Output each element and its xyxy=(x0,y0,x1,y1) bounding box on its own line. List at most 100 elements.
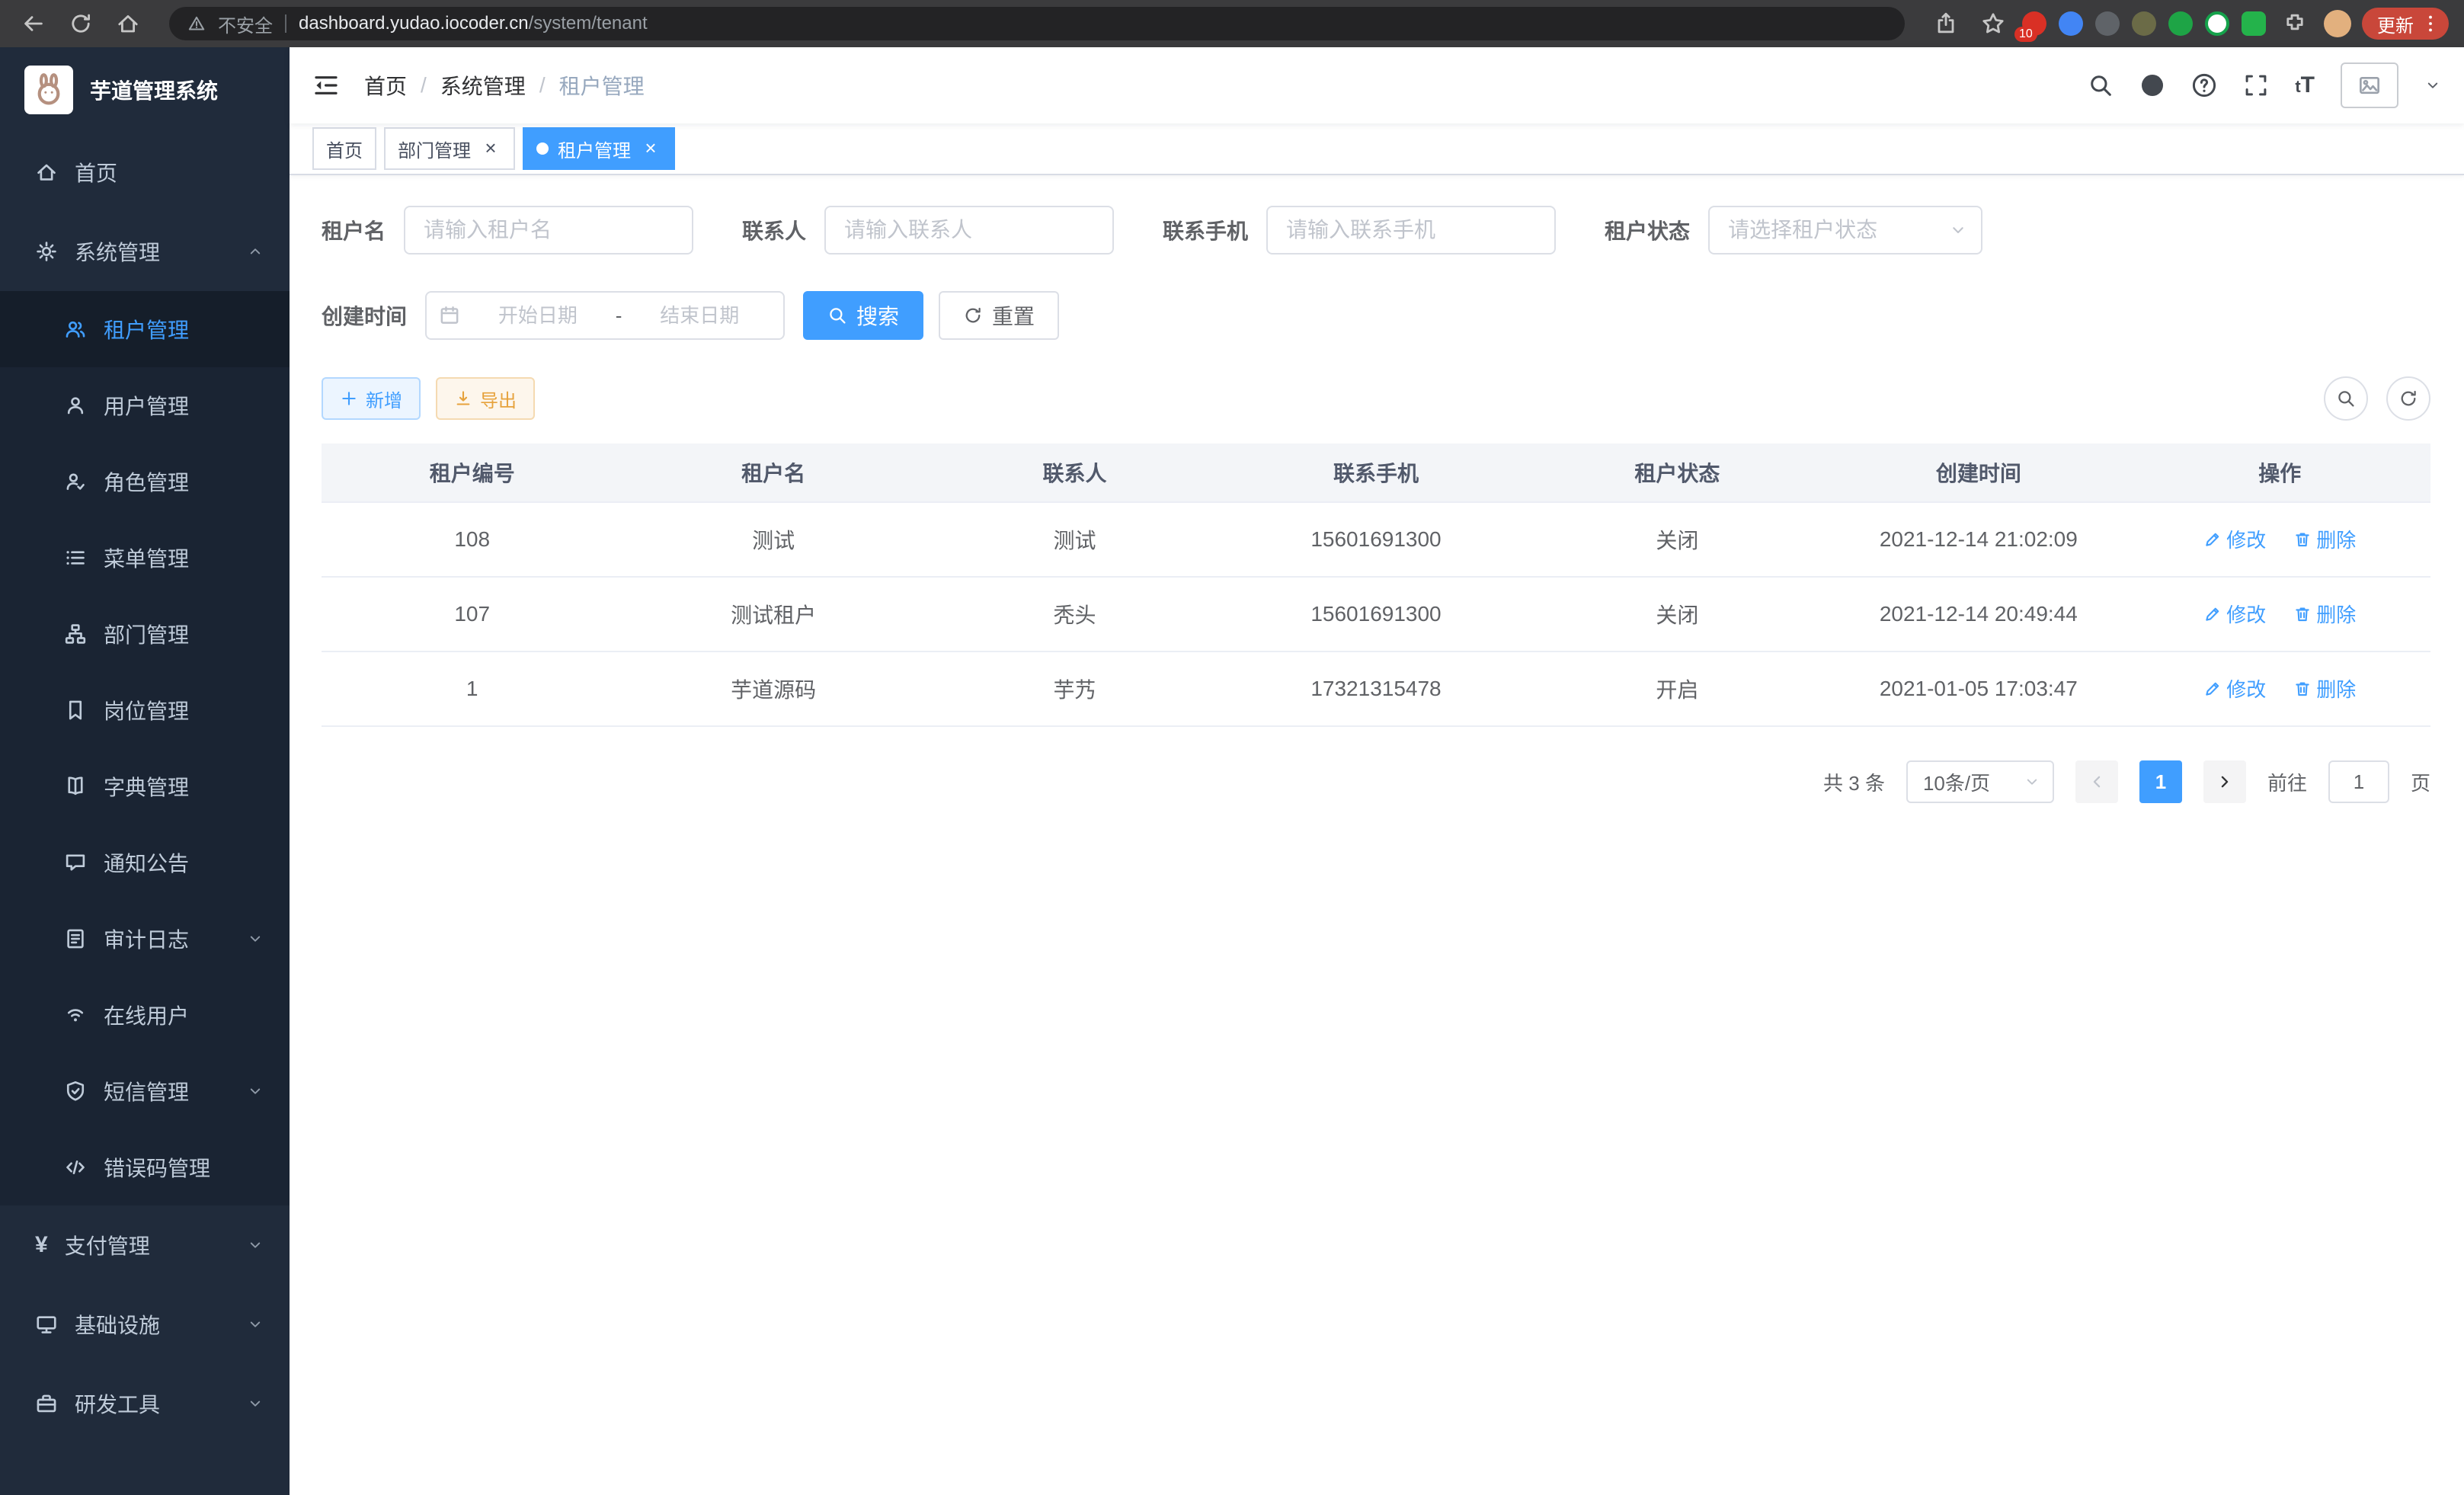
page-content: 租户名 联系人 联系手机 租户状态 xyxy=(290,175,2464,1495)
back-button[interactable] xyxy=(15,5,52,42)
avatar-caret-icon[interactable] xyxy=(2424,77,2441,94)
toolbar-right xyxy=(2324,376,2430,421)
cell-id: 108 xyxy=(322,502,622,577)
font-size-icon[interactable]: tT xyxy=(2295,72,2315,98)
tab-home[interactable]: 首页 xyxy=(312,127,376,170)
sidebar-item-post[interactable]: 岗位管理 xyxy=(0,672,290,748)
browser-home-button[interactable] xyxy=(110,5,146,42)
sidebar-item-user[interactable]: 用户管理 xyxy=(0,367,290,443)
breadcrumb-system[interactable]: 系统管理 xyxy=(440,70,526,101)
goto-page-input[interactable] xyxy=(2328,760,2389,803)
github-icon[interactable] xyxy=(2139,72,2165,98)
breadcrumb-home[interactable]: 首页 xyxy=(364,70,407,101)
tenant-name-input[interactable] xyxy=(404,206,693,255)
sidebar-item-role[interactable]: 角色管理 xyxy=(0,443,290,520)
sidebar-item-dev-tool[interactable]: 研发工具 xyxy=(0,1364,290,1443)
edit-icon xyxy=(2203,605,2222,623)
sidebar-item-dept[interactable]: 部门管理 xyxy=(0,596,290,672)
sidebar-item-audit-log[interactable]: 审计日志 xyxy=(0,901,290,977)
prev-page-button[interactable] xyxy=(2075,760,2118,803)
column-header: 租户编号 xyxy=(322,443,622,502)
sidebar-item-dict[interactable]: 字典管理 xyxy=(0,748,290,824)
column-header: 联系人 xyxy=(924,443,1225,502)
tenant-status-input[interactable] xyxy=(1708,206,1982,255)
cell-contact: 测试 xyxy=(924,502,1225,577)
search-icon xyxy=(827,306,847,325)
search-button[interactable]: 搜索 xyxy=(803,291,923,340)
menu-dots-icon[interactable] xyxy=(2420,13,2441,34)
sidebar-item-infra[interactable]: 基础设施 xyxy=(0,1285,290,1364)
header-search-icon[interactable] xyxy=(2088,72,2114,98)
page-size-select[interactable]: 10条/页 xyxy=(1906,760,2054,803)
start-date-input[interactable] xyxy=(466,303,610,329)
sidebar-item-sms[interactable]: 短信管理 xyxy=(0,1053,290,1129)
delete-link[interactable]: 删除 xyxy=(2293,674,2356,703)
delete-link[interactable]: 删除 xyxy=(2293,525,2356,553)
cell-mobile: 15601691300 xyxy=(1225,502,1526,577)
extension-icon[interactable] xyxy=(2168,11,2193,36)
end-date-input[interactable] xyxy=(628,303,771,329)
sidebar-item-pay[interactable]: ¥支付管理 xyxy=(0,1205,290,1285)
refresh-table-button[interactable] xyxy=(2386,376,2430,421)
bookmark-star-icon[interactable] xyxy=(1975,5,2011,42)
address-bar[interactable]: 不安全 dashboard.yudao.iocoder.cn/system/te… xyxy=(169,7,1905,40)
extension-icon[interactable] xyxy=(2242,11,2266,36)
extension-icon[interactable]: 10 xyxy=(2022,11,2046,36)
edit-link[interactable]: 修改 xyxy=(2203,600,2266,628)
tenant-status-select[interactable] xyxy=(1708,206,1982,255)
delete-link[interactable]: 删除 xyxy=(2293,600,2356,628)
extensions-puzzle-icon[interactable] xyxy=(2277,5,2313,42)
extension-icon[interactable] xyxy=(2205,11,2229,36)
edit-link[interactable]: 修改 xyxy=(2203,525,2266,553)
table-toolbar: 新增 导出 xyxy=(322,376,2430,421)
extension-icon[interactable] xyxy=(2059,11,2083,36)
share-icon[interactable] xyxy=(1928,5,1964,42)
mobile-input[interactable] xyxy=(1266,206,1556,255)
reset-button[interactable]: 重置 xyxy=(939,291,1059,340)
toggle-search-button[interactable] xyxy=(2324,376,2368,421)
sidebar-item-system[interactable]: 系统管理 xyxy=(0,212,290,291)
warning-icon xyxy=(187,14,206,33)
edit-icon xyxy=(2203,530,2222,549)
next-page-button[interactable] xyxy=(2203,760,2246,803)
tab-dept[interactable]: 部门管理× xyxy=(384,127,515,170)
sidebar-item-label: 角色管理 xyxy=(104,466,290,497)
sidebar-item-home[interactable]: 首页 xyxy=(0,133,290,212)
contact-input[interactable] xyxy=(824,206,1114,255)
reload-button[interactable] xyxy=(62,5,99,42)
app-logo[interactable]: 芋道管理系统 xyxy=(0,47,290,133)
sidebar-item-online-user[interactable]: 在线用户 xyxy=(0,977,290,1053)
sidebar-item-error-code[interactable]: 错误码管理 xyxy=(0,1129,290,1205)
help-icon[interactable] xyxy=(2191,72,2217,98)
home-icon xyxy=(35,161,58,184)
shield-icon xyxy=(64,1080,87,1103)
export-button[interactable]: 导出 xyxy=(436,377,535,420)
sidebar-item-tenant[interactable]: 租户管理 xyxy=(0,291,290,367)
tenant-table: 租户编号租户名联系人联系手机租户状态创建时间操作 108测试测试15601691… xyxy=(322,443,2430,727)
table-row: 108测试测试15601691300关闭2021-12-14 21:02:09修… xyxy=(322,502,2430,577)
page-number-1[interactable]: 1 xyxy=(2139,760,2182,803)
add-button[interactable]: 新增 xyxy=(322,377,421,420)
tab-tenant[interactable]: 租户管理× xyxy=(523,127,675,170)
goto-label: 前往 xyxy=(2267,768,2307,796)
close-icon[interactable]: × xyxy=(640,138,661,159)
extension-icon[interactable] xyxy=(2095,11,2120,36)
sidebar-item-menu[interactable]: 菜单管理 xyxy=(0,520,290,596)
collapse-sidebar-button[interactable] xyxy=(312,72,340,99)
fullscreen-icon[interactable] xyxy=(2243,72,2269,98)
chevron-down-icon xyxy=(247,930,264,947)
edit-link[interactable]: 修改 xyxy=(2203,674,2266,703)
code-icon xyxy=(64,1156,87,1179)
user-avatar[interactable] xyxy=(2341,62,2398,108)
chrome-update-button[interactable]: 更新 xyxy=(2362,8,2449,40)
create-time-label: 创建时间 xyxy=(322,300,407,331)
close-icon[interactable]: × xyxy=(480,138,501,159)
app-title: 芋道管理系统 xyxy=(90,75,218,105)
extension-icon[interactable] xyxy=(2132,11,2156,36)
browser-profile-avatar[interactable] xyxy=(2324,10,2351,37)
sidebar-item-notice[interactable]: 通知公告 xyxy=(0,824,290,901)
sidebar-item-label: 基础设施 xyxy=(75,1309,247,1340)
chevron-down-icon xyxy=(247,1083,264,1100)
sidebar-item-label: 支付管理 xyxy=(65,1230,247,1260)
create-time-range-picker[interactable]: - xyxy=(425,291,785,340)
